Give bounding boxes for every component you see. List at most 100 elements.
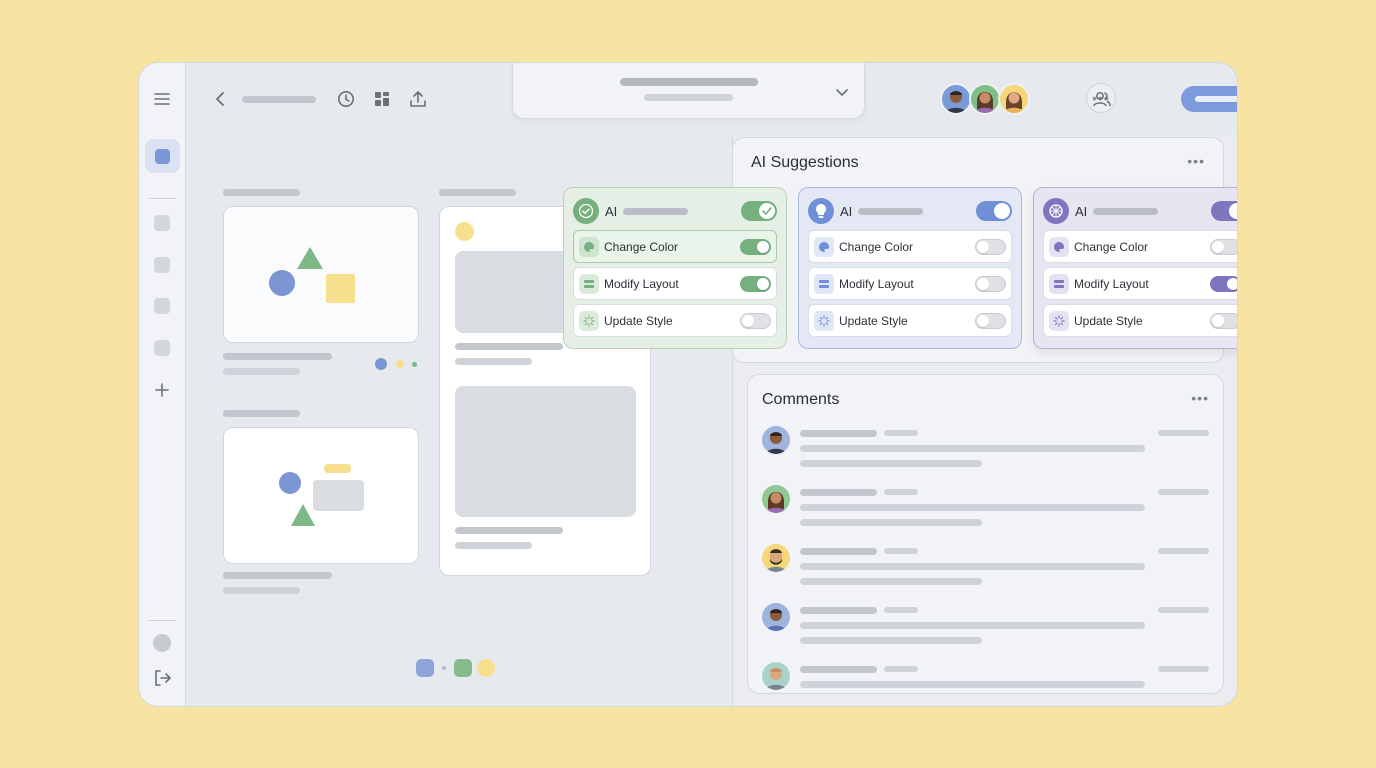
hamburger-icon[interactable] bbox=[151, 88, 173, 110]
ai-name-placeholder bbox=[623, 208, 688, 215]
suggestion-toggle[interactable] bbox=[975, 276, 1006, 292]
more-options-button[interactable]: ••• bbox=[1191, 390, 1209, 406]
suggestion-label: Modify Layout bbox=[1074, 277, 1149, 291]
text-placeholder bbox=[455, 358, 532, 365]
sparkle-icon bbox=[579, 311, 599, 331]
suggestion-change-color[interactable]: Change Color bbox=[1043, 230, 1237, 263]
card-sublabel-placeholder bbox=[223, 368, 300, 375]
palette-icon bbox=[1049, 237, 1069, 257]
comments-panel: Comments ••• bbox=[747, 374, 1224, 694]
comment-item[interactable] bbox=[762, 662, 1212, 706]
breadcrumb-placeholder bbox=[242, 96, 316, 103]
avatar bbox=[762, 603, 790, 631]
ai-enable-toggle[interactable] bbox=[741, 201, 777, 221]
chevron-left-icon[interactable] bbox=[210, 89, 230, 109]
title-placeholder bbox=[620, 78, 758, 86]
suggestion-toggle[interactable] bbox=[975, 239, 1006, 255]
share-button[interactable] bbox=[1181, 86, 1237, 112]
check-icon bbox=[573, 198, 599, 224]
avatar[interactable] bbox=[940, 83, 972, 115]
profile-dot[interactable] bbox=[153, 634, 171, 652]
suggestion-label: Update Style bbox=[839, 314, 908, 328]
grid-icon[interactable] bbox=[372, 89, 392, 109]
sidebar-item[interactable] bbox=[154, 340, 170, 356]
sparkle-icon bbox=[814, 311, 834, 331]
text-placeholder bbox=[455, 527, 563, 534]
suggestion-toggle[interactable] bbox=[1210, 313, 1237, 329]
color-dot bbox=[375, 358, 387, 370]
ai-suggestion-card-purple: AI Change Color Modify Layout Update Sty… bbox=[1033, 187, 1237, 349]
suggestion-update-style[interactable]: Update Style bbox=[808, 304, 1012, 337]
chevron-down-icon[interactable] bbox=[836, 84, 848, 102]
clock-icon[interactable] bbox=[336, 89, 356, 109]
sidebar-item[interactable] bbox=[154, 298, 170, 314]
card-title-placeholder bbox=[223, 410, 300, 417]
text-placeholder bbox=[455, 343, 563, 350]
avatar bbox=[762, 544, 790, 572]
suggestion-toggle[interactable] bbox=[740, 313, 771, 329]
suggestion-label: Update Style bbox=[1074, 314, 1143, 328]
comment-item[interactable] bbox=[762, 426, 1212, 476]
suggestion-update-style[interactable]: Update Style bbox=[1043, 304, 1237, 337]
avatar[interactable] bbox=[969, 83, 1001, 115]
card-sublabel-placeholder bbox=[223, 587, 300, 594]
card-title-placeholder bbox=[439, 189, 516, 196]
suggestion-update-style[interactable]: Update Style bbox=[573, 304, 777, 337]
suggestion-toggle[interactable] bbox=[740, 239, 771, 255]
suggestion-toggle[interactable] bbox=[1210, 276, 1237, 292]
sidebar-item-active[interactable] bbox=[145, 139, 180, 173]
ai-suggestion-card-blue: AI Change Color Modify Layout Update Sty… bbox=[798, 187, 1022, 349]
text-placeholder bbox=[455, 542, 532, 549]
users-icon[interactable] bbox=[1092, 89, 1112, 109]
subtitle-placeholder bbox=[644, 94, 733, 101]
top-toolbar: ••• bbox=[186, 63, 1237, 135]
avatar bbox=[762, 662, 790, 690]
brain-icon bbox=[1043, 198, 1069, 224]
upload-icon[interactable] bbox=[408, 89, 428, 109]
sparkle-icon bbox=[1049, 311, 1069, 331]
avatar bbox=[762, 485, 790, 513]
layout-icon bbox=[579, 274, 599, 294]
ai-label: AI bbox=[605, 204, 618, 219]
document-title-dropdown[interactable] bbox=[512, 63, 865, 119]
card-title-placeholder bbox=[223, 189, 300, 196]
ai-enable-toggle[interactable] bbox=[976, 201, 1012, 221]
color-dot bbox=[396, 360, 404, 368]
ai-name-placeholder bbox=[1093, 208, 1158, 215]
app-window: ••• AI Suggestions ••• Comments ••• AI C… bbox=[138, 62, 1238, 707]
avatar[interactable] bbox=[998, 83, 1030, 115]
suggestion-modify-layout[interactable]: Modify Layout bbox=[1043, 267, 1237, 300]
ai-enable-toggle[interactable] bbox=[1211, 201, 1237, 221]
comment-item[interactable] bbox=[762, 603, 1212, 653]
comment-item[interactable] bbox=[762, 544, 1212, 594]
comment-item[interactable] bbox=[762, 485, 1212, 535]
suggestion-toggle[interactable] bbox=[1210, 239, 1237, 255]
color-dot bbox=[412, 362, 417, 367]
suggestion-change-color[interactable]: Change Color bbox=[808, 230, 1012, 263]
plus-icon[interactable] bbox=[151, 379, 173, 401]
suggestion-modify-layout[interactable]: Modify Layout bbox=[573, 267, 777, 300]
suggestion-modify-layout[interactable]: Modify Layout bbox=[808, 267, 1012, 300]
suggestion-label: Modify Layout bbox=[839, 277, 914, 291]
design-card[interactable] bbox=[223, 206, 419, 343]
suggestion-toggle[interactable] bbox=[740, 276, 771, 292]
card-label-placeholder bbox=[223, 572, 332, 579]
sidebar-item[interactable] bbox=[154, 215, 170, 231]
yellow-circle bbox=[455, 222, 474, 241]
image-placeholder bbox=[455, 386, 636, 517]
logout-icon[interactable] bbox=[151, 667, 173, 689]
more-options-button[interactable]: ••• bbox=[1187, 153, 1205, 169]
layout-icon bbox=[814, 274, 834, 294]
suggestion-label: Modify Layout bbox=[604, 277, 679, 291]
suggestion-label: Update Style bbox=[604, 314, 673, 328]
suggestion-label: Change Color bbox=[604, 240, 679, 254]
panel-title: AI Suggestions bbox=[751, 154, 859, 171]
palette-icon bbox=[814, 237, 834, 257]
suggestion-toggle[interactable] bbox=[975, 313, 1006, 329]
sidebar-divider bbox=[149, 620, 176, 621]
design-card[interactable] bbox=[223, 427, 419, 564]
ai-label: AI bbox=[1075, 204, 1088, 219]
ai-suggestion-card-green: AI Change Color Modify Layout Update Sty… bbox=[563, 187, 787, 349]
suggestion-change-color[interactable]: Change Color bbox=[573, 230, 777, 263]
sidebar-item[interactable] bbox=[154, 257, 170, 273]
